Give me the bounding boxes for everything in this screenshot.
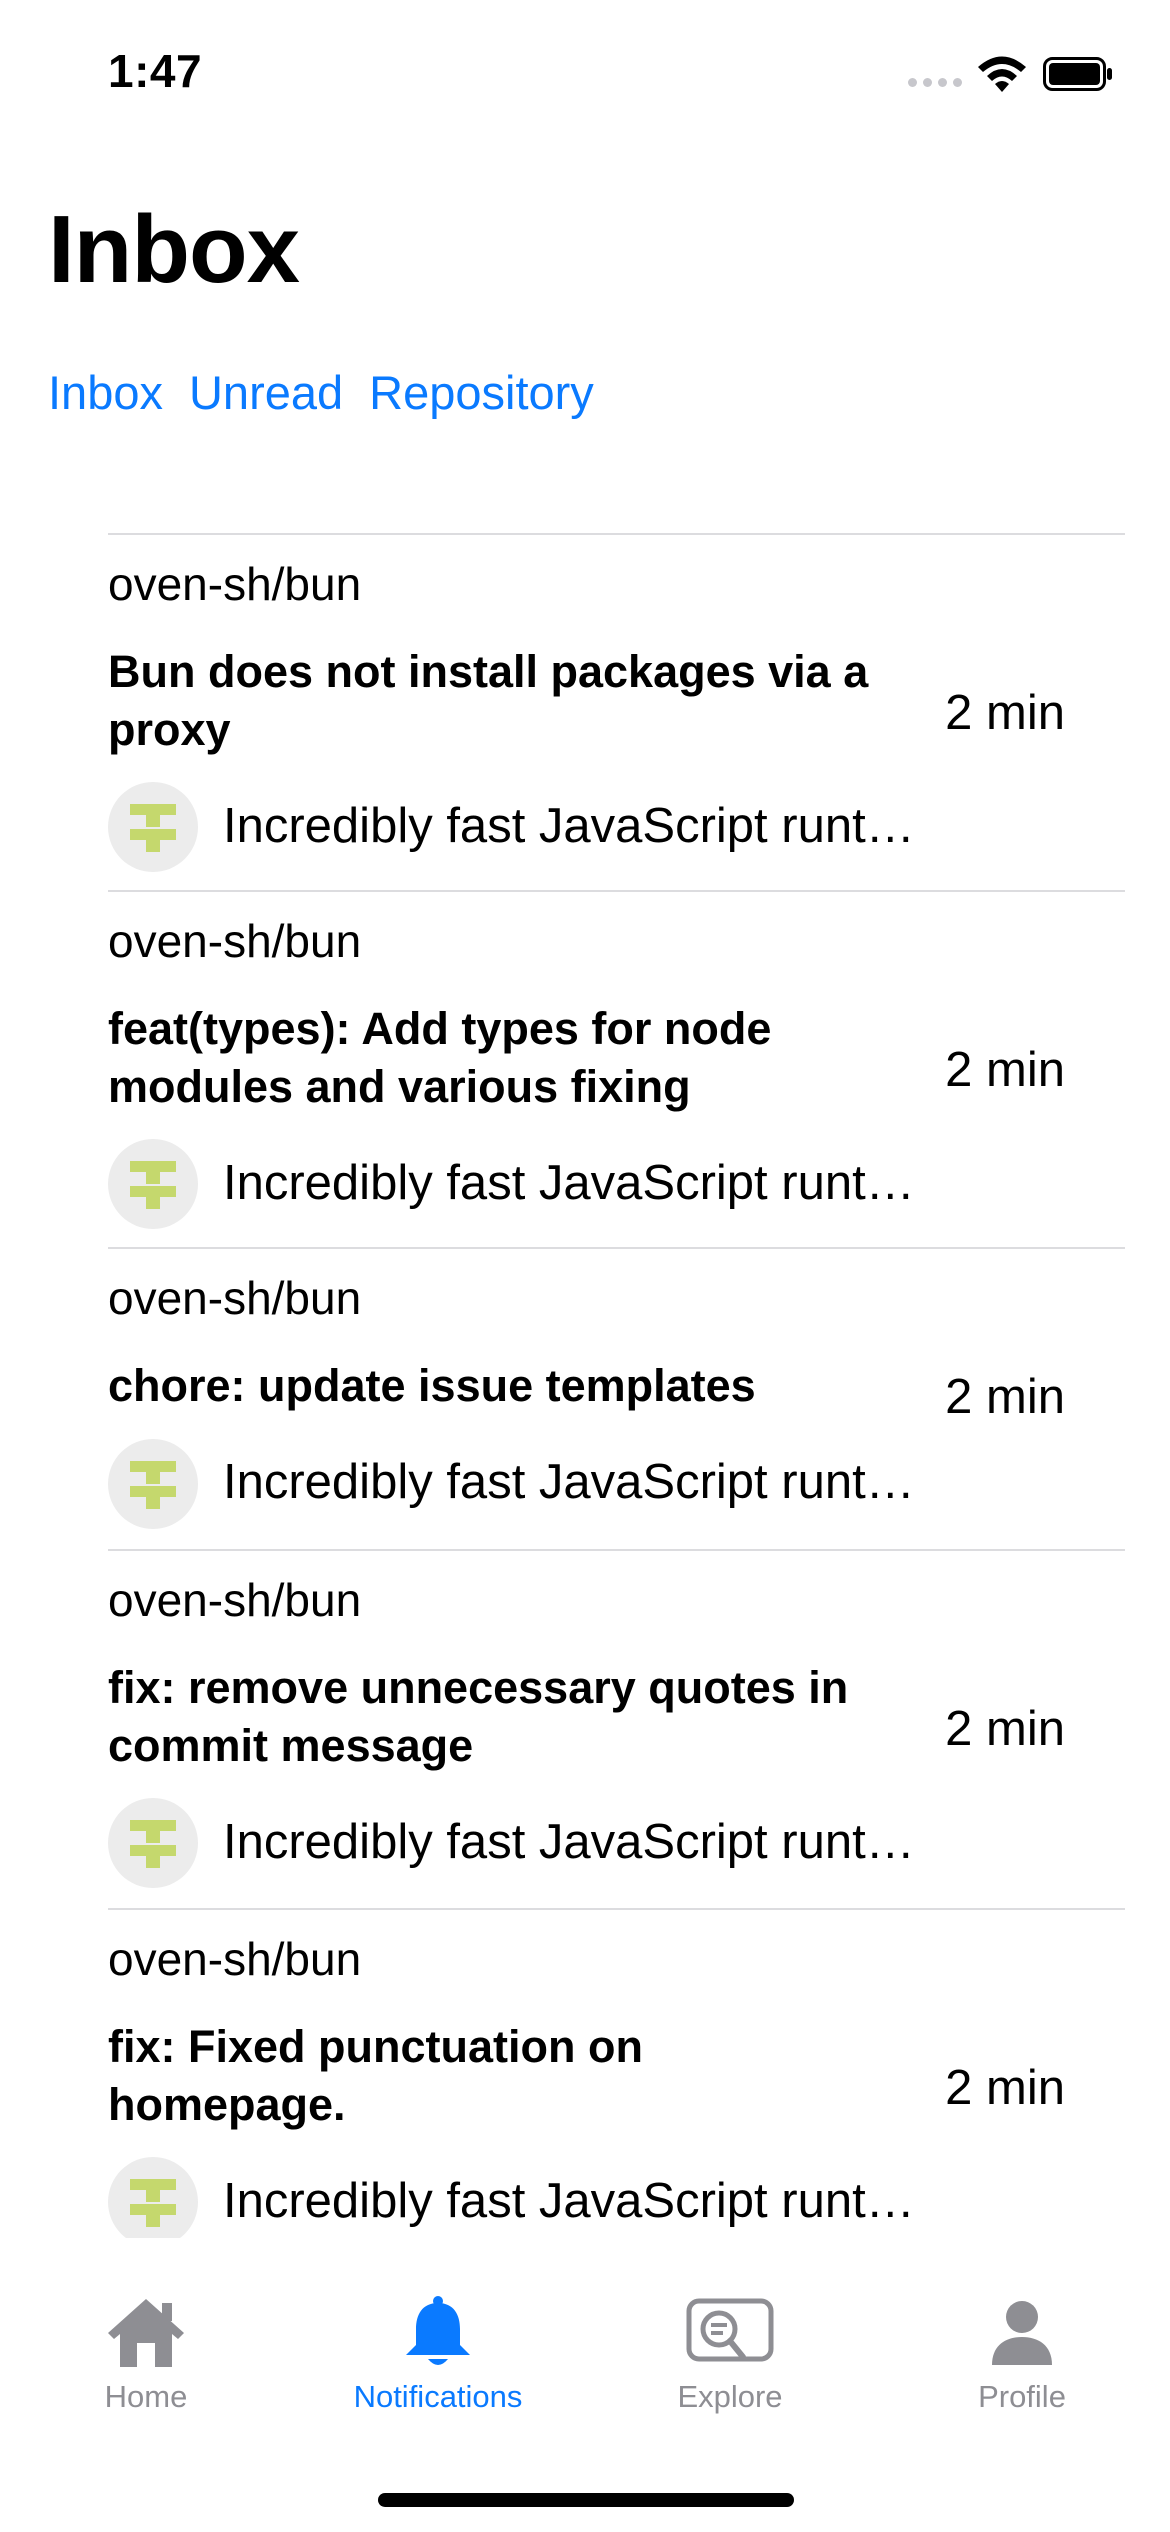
house-icon — [108, 2299, 184, 2367]
notification-time: 2 min — [945, 2061, 1065, 2115]
repo-logo-icon — [130, 1161, 176, 1209]
filter-bar: Inbox Unread Repository — [48, 365, 594, 420]
notification-time: 2 min — [945, 1043, 1065, 1097]
notification-repo: oven-sh/bun — [108, 558, 362, 610]
repo-logo-icon — [130, 804, 176, 852]
status-time: 1:47 — [108, 45, 203, 97]
notification-title: Bun does not install packages via a prox… — [108, 646, 869, 755]
tab-bar: Home Notifications Explore Profile — [0, 2245, 1170, 2532]
repo-avatar — [108, 1798, 198, 1888]
notification-row[interactable]: oven-sh/bun fix: remove unnecessary quot… — [108, 1549, 1125, 1910]
notification-list[interactable]: oven-sh/bun Bun does not install package… — [108, 533, 1125, 2238]
notification-title: chore: update issue templates — [108, 1360, 756, 1411]
tab-label: Explore — [677, 2379, 783, 2414]
repo-avatar — [108, 1439, 198, 1529]
home-indicator[interactable] — [378, 2493, 794, 2507]
tab-home[interactable]: Home — [0, 2295, 292, 2415]
person-icon — [992, 2301, 1052, 2365]
bell-icon — [406, 2296, 470, 2365]
notification-repo: oven-sh/bun — [108, 1272, 362, 1324]
notification-title: fix: Fixed punctuation on homepage. — [108, 2021, 643, 2130]
tab-explore[interactable]: Explore — [584, 2295, 876, 2415]
filter-tab-unread[interactable]: Unread — [189, 365, 343, 420]
page-title: Inbox — [48, 196, 300, 303]
notification-title: feat(types): Add types for node modules … — [108, 1003, 772, 1112]
notification-description: Incredibly fast JavaScript runtime, bund… — [223, 1455, 923, 1509]
notification-time: 2 min — [945, 686, 1065, 740]
tab-notifications[interactable]: Notifications — [292, 2295, 584, 2415]
notification-description: Incredibly fast JavaScript runtime, bund… — [223, 1815, 923, 1869]
repo-avatar — [108, 1139, 198, 1229]
repo-logo-icon — [130, 2179, 176, 2227]
tab-label: Profile — [978, 2379, 1066, 2414]
notification-description: Incredibly fast JavaScript runtime, bund… — [223, 1156, 923, 1210]
notification-time: 2 min — [945, 1702, 1065, 1756]
repo-avatar — [108, 782, 198, 872]
tab-label: Home — [104, 2379, 188, 2414]
wifi-icon — [978, 56, 1026, 92]
filter-tab-repository[interactable]: Repository — [369, 365, 594, 420]
notification-title: fix: remove unnecessary quotes in commit… — [108, 1662, 849, 1771]
tab-profile[interactable]: Profile — [876, 2295, 1168, 2415]
explore-search-icon — [686, 2298, 774, 2362]
notification-row[interactable]: oven-sh/bun chore: update issue template… — [108, 1247, 1125, 1551]
status-bar: 1:47 — [0, 0, 1170, 140]
notification-description: Incredibly fast JavaScript runtime, bund… — [223, 799, 923, 853]
notification-row[interactable]: oven-sh/bun Bun does not install package… — [108, 533, 1125, 892]
notification-repo: oven-sh/bun — [108, 915, 362, 967]
notification-repo: oven-sh/bun — [108, 1574, 362, 1626]
notification-row[interactable]: oven-sh/bun fix: Fixed punctuation on ho… — [108, 1908, 1125, 2238]
notification-row[interactable]: oven-sh/bun feat(types): Add types for n… — [108, 890, 1125, 1249]
repo-logo-icon — [130, 1820, 176, 1868]
tab-label: Notifications — [353, 2379, 523, 2414]
filter-tab-inbox[interactable]: Inbox — [48, 365, 163, 420]
notification-repo: oven-sh/bun — [108, 1933, 362, 1985]
repo-avatar — [108, 2157, 198, 2238]
battery-icon — [1043, 57, 1112, 91]
repo-logo-icon — [130, 1461, 176, 1509]
cellular-signal-icon — [908, 78, 964, 92]
notification-description: Incredibly fast JavaScript runtime, bund… — [223, 2174, 923, 2228]
notification-time: 2 min — [945, 1370, 1065, 1424]
